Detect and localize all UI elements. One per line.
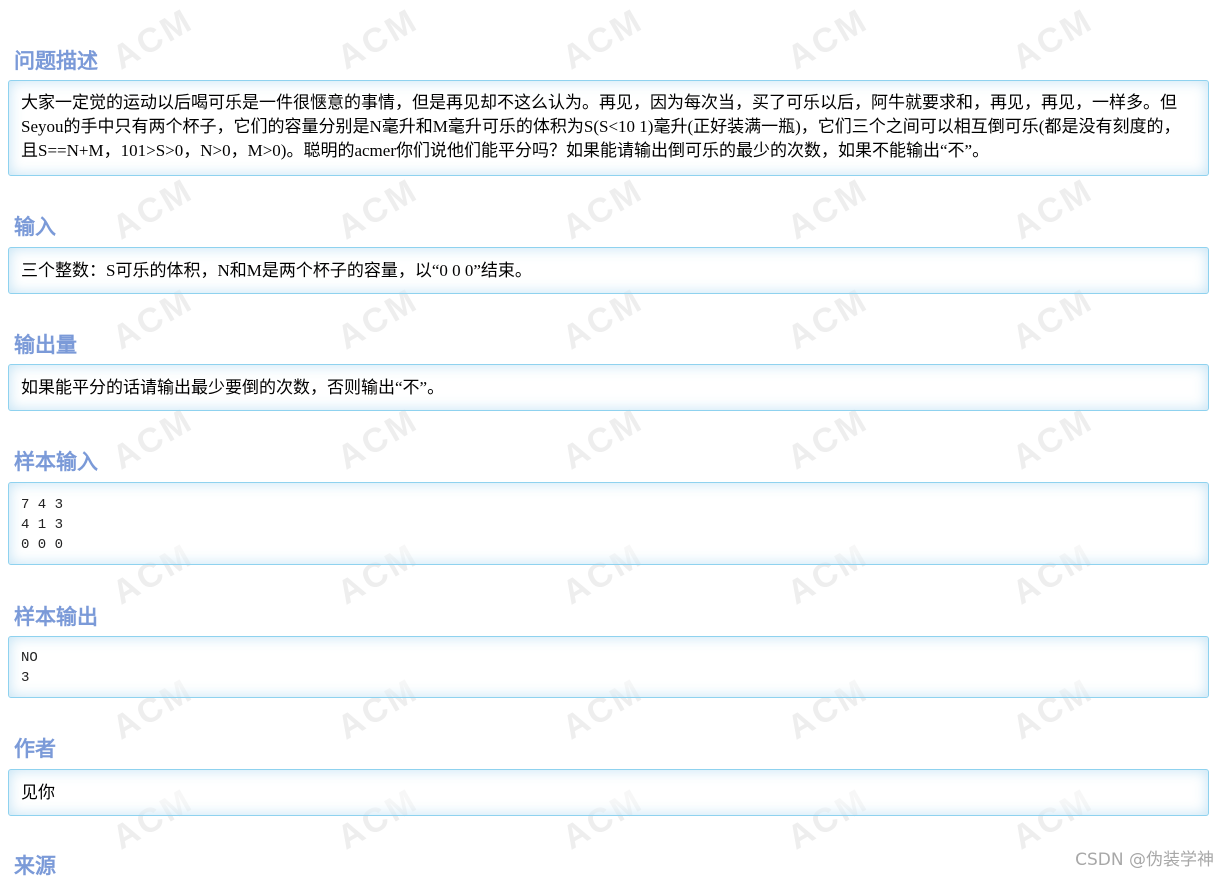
acm-watermark: ACM	[556, 1, 650, 78]
acm-watermark: ACM	[331, 1, 425, 78]
description-text: 大家一定觉的运动以后喝可乐是一件很惬意的事情，但是再见却不这么认为。再见，因为每…	[21, 93, 1181, 160]
acm-watermark: ACM	[781, 171, 875, 248]
output-text: 如果能平分的话请输出最少要倒的次数，否则输出“不”。	[21, 378, 445, 397]
acm-watermark: ACM	[556, 171, 650, 248]
acm-watermark: ACM	[781, 401, 875, 478]
acm-watermark: ACM	[331, 171, 425, 248]
output-panel: 如果能平分的话请输出最少要倒的次数，否则输出“不”。	[8, 364, 1209, 411]
input-panel: 三个整数：S可乐的体积，N和M是两个杯子的容量，以“0 0 0”结束。	[8, 247, 1209, 294]
description-panel: 大家一定觉的运动以后喝可乐是一件很惬意的事情，但是再见却不这么认为。再见，因为每…	[8, 80, 1209, 176]
acm-watermark: ACM	[106, 171, 200, 248]
author-text: 见你	[21, 783, 55, 802]
acm-watermark: ACM	[106, 401, 200, 478]
sample-output-panel: NO 3	[8, 636, 1209, 698]
sample-input-panel: 7 4 3 4 1 3 0 0 0	[8, 482, 1209, 565]
output-heading: 输出量	[14, 333, 77, 357]
sample-output-heading: 样本输出	[14, 605, 98, 629]
author-heading: 作者	[14, 737, 56, 761]
acm-watermark: ACM	[1006, 401, 1100, 478]
description-heading: 问题描述	[14, 49, 98, 73]
csdn-watermark: CSDN @伪装学神	[1075, 850, 1214, 870]
input-text: 三个整数：S可乐的体积，N和M是两个杯子的容量，以“0 0 0”结束。	[21, 261, 532, 280]
acm-watermark: ACM	[1006, 171, 1100, 248]
acm-watermark: ACM	[331, 401, 425, 478]
acm-watermark: ACM	[781, 1, 875, 78]
sample-input-heading: 样本输入	[14, 450, 98, 474]
input-heading: 输入	[14, 215, 56, 239]
acm-watermark: ACM	[556, 401, 650, 478]
author-panel: 见你	[8, 769, 1209, 816]
acm-watermark: ACM	[106, 1, 200, 78]
acm-watermark: ACM	[1006, 1, 1100, 78]
sample-input-code: 7 4 3 4 1 3 0 0 0	[21, 497, 64, 553]
sample-output-code: NO 3	[21, 650, 38, 686]
